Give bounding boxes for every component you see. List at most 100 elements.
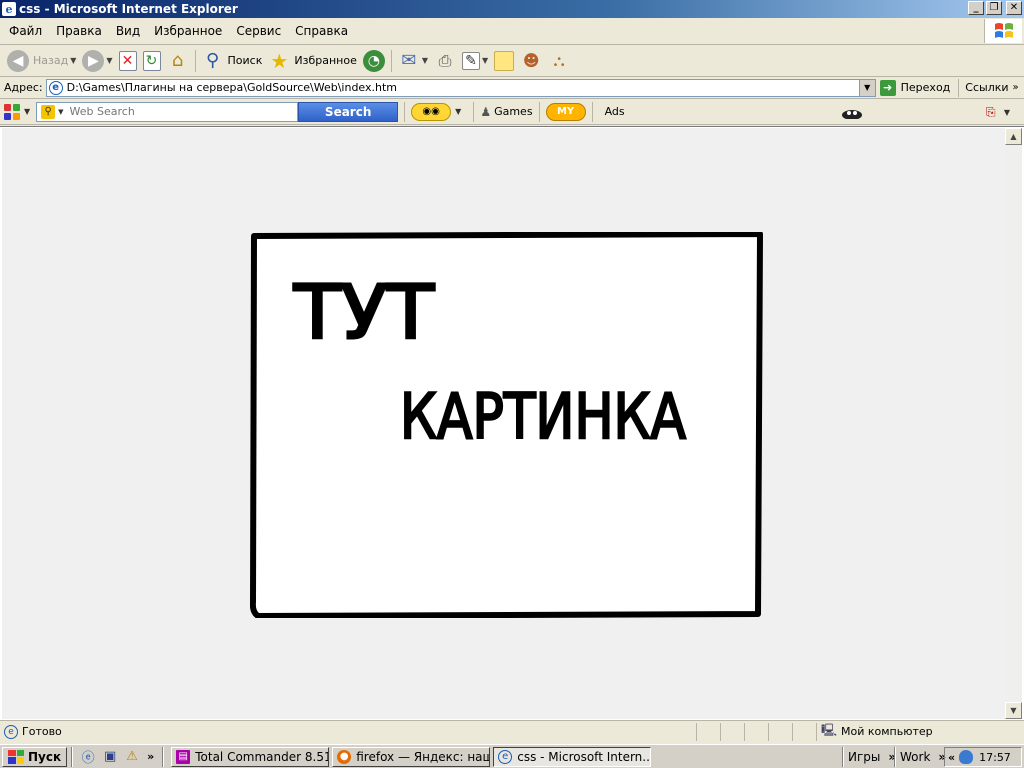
smiley-icon[interactable]: ◉◉: [411, 102, 452, 121]
security-zone[interactable]: 🖳 Мой компьютер: [816, 722, 1016, 741]
scroll-down-button[interactable]: ▼: [1005, 702, 1022, 719]
print-button[interactable]: ⎙: [431, 47, 459, 75]
taskbar-divider: [894, 747, 896, 767]
menu-edit[interactable]: Правка: [49, 24, 109, 38]
toolbar-games[interactable]: Игры »: [838, 747, 896, 767]
taskbar-divider: [842, 747, 844, 767]
address-input[interactable]: e D:\Games\Плагины на сервера\GoldSource…: [45, 78, 876, 97]
status-cell: [720, 722, 744, 741]
total-commander-icon: ▤: [176, 749, 191, 764]
windows-logo-icon: [984, 19, 1022, 43]
menu-favorites[interactable]: Избранное: [147, 24, 229, 38]
games-button[interactable]: ♟ Games: [480, 105, 532, 119]
taskbar-divider: [71, 746, 74, 767]
web-search-button[interactable]: Search: [298, 101, 399, 122]
chevron-right-icon: »: [1012, 82, 1019, 93]
games-label: Games: [494, 105, 533, 118]
printer-icon: ⎙: [438, 50, 452, 70]
page-icon: e: [48, 80, 63, 95]
stop-button[interactable]: ✕: [116, 47, 140, 75]
ie-task-icon: e: [498, 749, 513, 764]
links-button[interactable]: Ссылки »: [965, 81, 1018, 94]
work-toolbar-label: Work: [900, 750, 931, 764]
forward-dropdown-icon[interactable]: ▼: [106, 56, 112, 65]
search-engine-icon[interactable]: ⚲: [41, 104, 56, 119]
search-button[interactable]: ⚲ Поиск: [199, 47, 266, 75]
toolbar-work[interactable]: Work »: [890, 747, 946, 767]
system-tray: « 17:57: [944, 747, 1022, 767]
task-internet-explorer[interactable]: e css - Microsoft Intern...: [493, 746, 652, 767]
home-button[interactable]: ⌂: [164, 47, 192, 75]
edit-button[interactable]: ✎ ▼: [459, 47, 491, 75]
status-text-area: e Готово: [0, 724, 696, 739]
vertical-scrollbar[interactable]: ▲ ▼: [1005, 128, 1022, 719]
web-search-field[interactable]: ⚲ ▼: [36, 101, 299, 122]
maximize-button[interactable]: ❐: [986, 1, 1002, 15]
favorites-button[interactable]: ★ Избранное: [265, 47, 359, 75]
ads-button[interactable]: Ads: [599, 105, 631, 118]
web-page: ТУТ КАРТИНКА: [2, 128, 1005, 719]
back-dropdown-icon[interactable]: ▼: [70, 56, 76, 65]
quicklaunch-warning-icon[interactable]: ⚠: [123, 748, 141, 766]
task-firefox[interactable]: ● firefox — Яндекс: нашл...: [332, 746, 491, 767]
start-button[interactable]: Пуск: [2, 746, 68, 767]
mail-button[interactable]: ✉ ▼: [395, 47, 431, 75]
ie-icon: e: [2, 2, 16, 16]
pdf-tools[interactable]: ⎘ ▼: [982, 103, 1016, 121]
close-button[interactable]: ✕: [1006, 1, 1022, 15]
engine-dropdown-icon[interactable]: ▼: [58, 108, 63, 116]
research-icon: ⛬: [553, 50, 565, 70]
quicklaunch-more-icon[interactable]: »: [147, 750, 154, 763]
menu-file[interactable]: Файл: [2, 24, 49, 38]
edit-dropdown-icon[interactable]: ▼: [482, 56, 488, 65]
menu-help[interactable]: Справка: [288, 24, 355, 38]
minimize-button[interactable]: _: [968, 1, 984, 15]
status-text: Готово: [22, 725, 62, 738]
toolbar-separator: [404, 101, 406, 122]
task-total-commander[interactable]: ▤ Total Commander 8.51a ...: [171, 746, 330, 767]
placeholder-drawing: ТУТ КАРТИНКА: [250, 232, 763, 618]
menu-view[interactable]: Вид: [109, 24, 147, 38]
address-url[interactable]: D:\Games\Плагины на сервера\GoldSource\W…: [67, 81, 397, 94]
status-cell: [792, 722, 816, 741]
pdf-dropdown-icon[interactable]: ▼: [1004, 108, 1010, 117]
go-button[interactable]: ➜ Переход: [879, 78, 960, 97]
go-arrow-icon: ➜: [879, 79, 896, 96]
bug-icon[interactable]: [838, 103, 866, 121]
smiley-dropdown-icon[interactable]: ▼: [455, 107, 461, 116]
web-search-input[interactable]: [69, 105, 270, 118]
search-label: Поиск: [227, 54, 263, 67]
history-icon: ◔: [362, 49, 385, 72]
quicklaunch-save-icon[interactable]: ▣: [101, 748, 119, 766]
notes-button[interactable]: [491, 47, 517, 75]
clock[interactable]: 17:57: [979, 751, 1011, 764]
scroll-up-button[interactable]: ▲: [1005, 128, 1022, 145]
security-shield-icon[interactable]: [959, 750, 974, 764]
messenger-icon: ☻: [522, 51, 540, 70]
mail-dropdown-icon[interactable]: ▼: [422, 56, 428, 65]
refresh-button[interactable]: ↻: [140, 47, 164, 75]
back-button[interactable]: ◀ Назад ▼: [4, 47, 79, 75]
star-icon: ★: [270, 48, 289, 73]
games-toolbar-label: Игры: [848, 750, 881, 764]
standard-toolbar: ◀ Назад ▼ ▶ ▼ ✕ ↻ ⌂ ⚲ Поиск ★ Избранное …: [0, 45, 1024, 77]
apps-dropdown-icon[interactable]: ▼: [24, 107, 30, 116]
page-viewport: ТУТ КАРТИНКА ▲ ▼: [0, 126, 1024, 720]
home-icon: ⌂: [171, 50, 184, 71]
edit-icon: ✎: [462, 51, 480, 70]
history-button[interactable]: ◔: [360, 47, 388, 75]
my-button[interactable]: MY: [545, 102, 586, 121]
quicklaunch-ie-icon[interactable]: ⓔ: [79, 748, 97, 766]
research-button[interactable]: ⛬: [545, 47, 573, 75]
title-bar[interactable]: e css - Microsoft Internet Explorer _ ❐ …: [0, 0, 1024, 18]
messenger-button[interactable]: ☻: [517, 47, 545, 75]
window-title: css - Microsoft Internet Explorer: [19, 2, 238, 16]
apps-icon[interactable]: [4, 103, 20, 120]
forward-button[interactable]: ▶ ▼: [79, 47, 115, 75]
tray-expand-icon[interactable]: «: [948, 751, 955, 764]
menu-tools[interactable]: Сервис: [229, 24, 288, 38]
address-dropdown-icon[interactable]: ▼: [858, 79, 875, 96]
forward-arrow-icon: ▶: [82, 49, 105, 72]
start-label: Пуск: [28, 749, 62, 764]
go-label: Переход: [900, 81, 951, 94]
